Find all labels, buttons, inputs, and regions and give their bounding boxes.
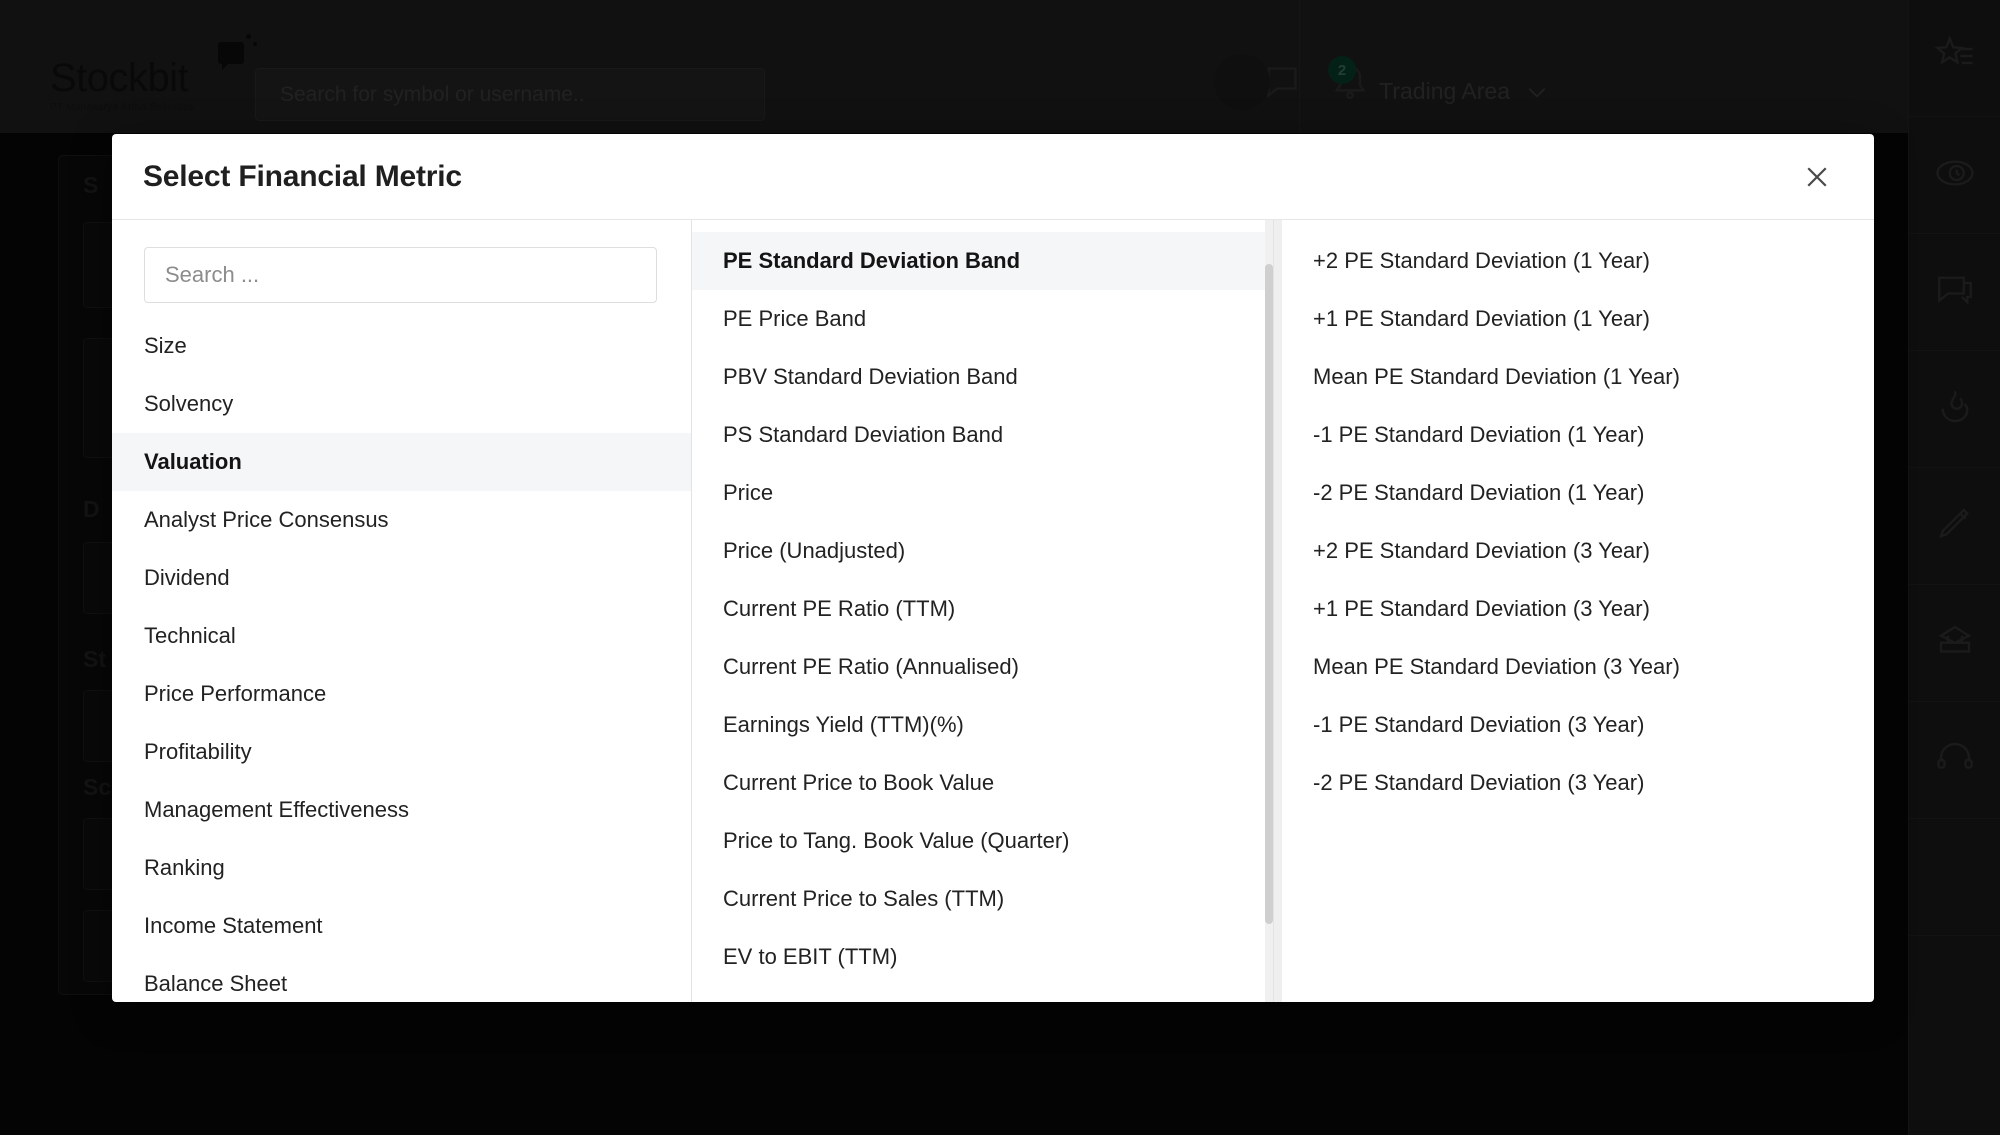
app-root: Stockbit PT Mahakarya Artha Sekuritas Se… [0, 0, 2000, 1135]
category-item-label: Valuation [144, 449, 242, 474]
category-item[interactable]: Size [112, 317, 691, 375]
metric-item[interactable]: Price [692, 464, 1273, 522]
metric-item[interactable]: Earnings Yield (TTM)(%) [692, 696, 1273, 754]
metric-item-label: PS Standard Deviation Band [723, 422, 1004, 447]
category-item[interactable]: Balance Sheet [112, 955, 691, 1002]
category-item-label: Solvency [144, 391, 234, 416]
modal-body: Size Solvency Valuation Analyst Price Conse… [112, 220, 1874, 1002]
category-column: Size Solvency Valuation Analyst Price Conse… [112, 220, 692, 1002]
field-column: +2 PE Standard Deviation (1 Year) +1 PE S… [1274, 220, 1874, 1002]
metric-item-label: Current PE Ratio (TTM) [723, 596, 956, 621]
field-item-label: +2 PE Standard Deviation (1 Year) [1313, 248, 1650, 273]
close-button[interactable] [1796, 156, 1838, 198]
metric-search-box[interactable] [144, 247, 657, 303]
category-item[interactable]: Analyst Price Consensus [112, 491, 691, 549]
metric-item[interactable]: PS Standard Deviation Band [692, 406, 1273, 464]
modal-header: Select Financial Metric [112, 134, 1874, 220]
field-item[interactable]: +2 PE Standard Deviation (1 Year) [1282, 232, 1874, 290]
field-item-label: -2 PE Standard Deviation (3 Year) [1313, 770, 1645, 795]
metric-item-label: PE Standard Deviation Band [723, 248, 1021, 273]
metric-item-label: Current Price to Sales (TTM) [723, 886, 1005, 911]
metric-item[interactable]: Current PE Ratio (Annualised) [692, 638, 1273, 696]
category-item[interactable]: Technical [112, 607, 691, 665]
field-item-label: +1 PE Standard Deviation (3 Year) [1313, 596, 1650, 621]
metric-item[interactable]: PBV Standard Deviation Band [692, 348, 1273, 406]
metric-item-label: PE Price Band [723, 306, 867, 331]
metric-list-scrollbar[interactable] [1265, 220, 1273, 1002]
field-item[interactable]: Mean PE Standard Deviation (1 Year) [1282, 348, 1874, 406]
category-item-label: Profitability [144, 739, 252, 764]
category-item-label: Ranking [144, 855, 225, 880]
field-item-label: Mean PE Standard Deviation (1 Year) [1313, 364, 1680, 389]
metric-scrollbar-thumb[interactable] [1265, 264, 1273, 924]
select-financial-metric-modal: Select Financial Metric Size Solvency Valu… [112, 134, 1874, 1002]
category-item-label: Price Performance [144, 681, 327, 706]
field-item[interactable]: -2 PE Standard Deviation (1 Year) [1282, 464, 1874, 522]
metric-item[interactable]: Price to Tang. Book Value (Quarter) [692, 812, 1273, 870]
category-item-label: Dividend [144, 565, 230, 590]
metric-item[interactable]: Current Price to Book Value [692, 754, 1273, 812]
field-item-label: -1 PE Standard Deviation (3 Year) [1313, 712, 1645, 737]
metric-item-label: Earnings Yield (TTM)(%) [723, 712, 964, 737]
field-item[interactable]: +1 PE Standard Deviation (1 Year) [1282, 290, 1874, 348]
metric-list: PE Standard Deviation Band PE Price Band P… [692, 232, 1273, 986]
category-item[interactable]: Valuation [112, 433, 691, 491]
field-item[interactable]: Mean PE Standard Deviation (3 Year) [1282, 638, 1874, 696]
category-item[interactable]: Profitability [112, 723, 691, 781]
field-item-label: -2 PE Standard Deviation (1 Year) [1313, 480, 1645, 505]
field-item-label: +2 PE Standard Deviation (3 Year) [1313, 538, 1650, 563]
metric-item[interactable]: Current Price to Sales (TTM) [692, 870, 1273, 928]
category-item-label: Technical [144, 623, 236, 648]
category-item[interactable]: Management Effectiveness [112, 781, 691, 839]
field-item[interactable]: -1 PE Standard Deviation (1 Year) [1282, 406, 1874, 464]
metric-item[interactable]: EV to EBIT (TTM) [692, 928, 1273, 986]
metric-item-label: Current Price to Book Value [723, 770, 995, 795]
metric-item-label: Price (Unadjusted) [723, 538, 906, 563]
category-list: Size Solvency Valuation Analyst Price Conse… [112, 317, 691, 1002]
field-item-label: Mean PE Standard Deviation (3 Year) [1313, 654, 1680, 679]
category-item-label: Balance Sheet [144, 971, 288, 996]
metric-item[interactable]: Price (Unadjusted) [692, 522, 1273, 580]
metric-item-label: Current PE Ratio (Annualised) [723, 654, 1019, 679]
close-icon [1802, 162, 1832, 192]
field-item-label: +1 PE Standard Deviation (1 Year) [1313, 306, 1650, 331]
field-item[interactable]: +2 PE Standard Deviation (3 Year) [1282, 522, 1874, 580]
category-item-label: Analyst Price Consensus [144, 507, 389, 532]
category-item[interactable]: Income Statement [112, 897, 691, 955]
field-list-scrollbar[interactable] [1274, 220, 1282, 1002]
field-item[interactable]: -2 PE Standard Deviation (3 Year) [1282, 754, 1874, 812]
category-item-label: Income Statement [144, 913, 323, 938]
category-item-label: Management Effectiveness [144, 797, 409, 822]
category-item[interactable]: Price Performance [112, 665, 691, 723]
category-item[interactable]: Dividend [112, 549, 691, 607]
metric-item-label: PBV Standard Deviation Band [723, 364, 1018, 389]
field-list: +2 PE Standard Deviation (1 Year) +1 PE S… [1274, 232, 1874, 812]
metric-column: PE Standard Deviation Band PE Price Band P… [692, 220, 1274, 1002]
metric-item[interactable]: Current PE Ratio (TTM) [692, 580, 1273, 638]
field-item[interactable]: +1 PE Standard Deviation (3 Year) [1282, 580, 1874, 638]
modal-title: Select Financial Metric [143, 159, 462, 193]
search-input[interactable] [165, 262, 636, 288]
category-item-label: Size [144, 333, 187, 358]
metric-item-label: Price [723, 480, 774, 505]
metric-item[interactable]: PE Price Band [692, 290, 1273, 348]
metric-item-label: EV to EBIT (TTM) [723, 944, 898, 969]
field-item-label: -1 PE Standard Deviation (1 Year) [1313, 422, 1645, 447]
field-item[interactable]: -1 PE Standard Deviation (3 Year) [1282, 696, 1874, 754]
category-item[interactable]: Ranking [112, 839, 691, 897]
metric-item[interactable]: PE Standard Deviation Band [692, 232, 1273, 290]
category-item[interactable]: Solvency [112, 375, 691, 433]
metric-item-label: Price to Tang. Book Value (Quarter) [723, 828, 1070, 853]
